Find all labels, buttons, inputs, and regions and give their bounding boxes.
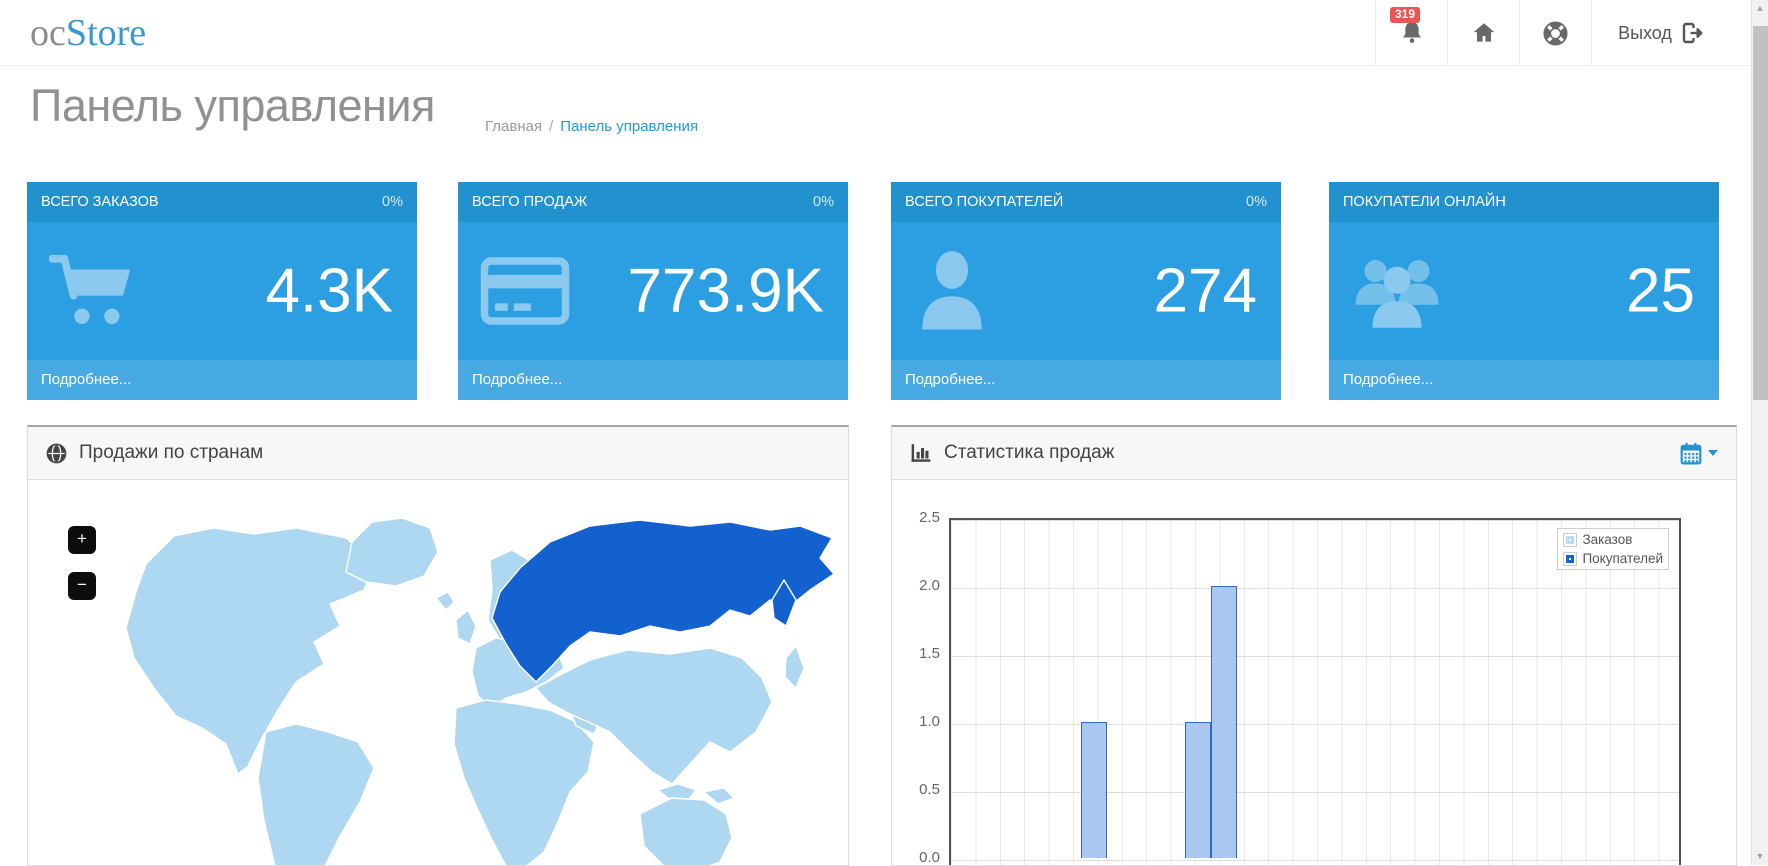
country-iceland bbox=[435, 591, 455, 611]
chart-plot-area: Заказов Покупателей bbox=[949, 518, 1681, 865]
region-africa bbox=[453, 699, 595, 865]
breadcrumb: Главная / Панель управления bbox=[485, 118, 698, 135]
legend-swatch bbox=[1563, 532, 1578, 547]
map-zoom-out-button[interactable]: − bbox=[68, 572, 96, 600]
support-button[interactable] bbox=[1519, 0, 1591, 66]
logout-label: Выход bbox=[1618, 22, 1672, 43]
tile-percent: 0% bbox=[813, 194, 834, 210]
notifications-count-badge: 319 bbox=[1390, 7, 1421, 23]
y-tick-label: 1.5 bbox=[919, 645, 940, 662]
tile-value: 4.3K bbox=[265, 256, 393, 326]
vertical-scrollbar[interactable]: ▲ ▼ bbox=[1751, 0, 1768, 865]
tile-total-sales: ВСЕГО ПРОДАЖ 0% 773.9K Подробнее... bbox=[458, 182, 848, 400]
chevron-down-icon bbox=[1708, 450, 1718, 456]
panel-header: Статистика продаж bbox=[892, 427, 1736, 480]
scroll-up-arrow[interactable]: ▲ bbox=[1752, 0, 1768, 17]
chart-legend: Заказов Покупателей bbox=[1557, 528, 1669, 570]
chart-bar bbox=[1081, 722, 1107, 858]
world-map[interactable]: + − bbox=[28, 480, 848, 865]
page-title: Панель управления bbox=[30, 80, 435, 131]
country-japan bbox=[784, 645, 805, 689]
breadcrumb-home[interactable]: Главная bbox=[485, 118, 542, 135]
y-tick-label: 0.5 bbox=[919, 781, 940, 798]
bar-chart-icon bbox=[911, 444, 931, 462]
y-tick-label: 2.5 bbox=[919, 509, 940, 526]
chart-range-button[interactable] bbox=[1680, 442, 1718, 465]
tile-body: 25 bbox=[1329, 222, 1719, 360]
breadcrumb-current-link[interactable]: Панель управления bbox=[560, 118, 698, 135]
tile-customers-online: ПОКУПАТЕЛИ ОНЛАЙН 25 Подробнее... bbox=[1329, 182, 1719, 400]
tile-more-link[interactable]: Подробнее... bbox=[458, 360, 848, 400]
legend-swatch bbox=[1563, 551, 1578, 566]
tile-header: ПОКУПАТЕЛИ ОНЛАЙН bbox=[1329, 182, 1719, 222]
tile-value: 25 bbox=[1626, 256, 1695, 326]
sales-by-country-panel: Продажи по странам + − bbox=[27, 425, 849, 866]
tile-percent: 0% bbox=[1246, 194, 1267, 210]
top-nav: 319 Выход bbox=[1375, 0, 1731, 66]
y-tick-label: 2.0 bbox=[919, 577, 940, 594]
tile-total-orders: ВСЕГО ЗАКАЗОВ 0% 4.3K Подробнее... bbox=[27, 182, 417, 400]
tile-more-link[interactable]: Подробнее... bbox=[891, 360, 1281, 400]
tile-percent: 0% bbox=[382, 194, 403, 210]
tile-label: ВСЕГО ПОКУПАТЕЛЕЙ bbox=[905, 194, 1064, 210]
home-icon bbox=[1473, 23, 1494, 42]
top-bar: ocStore 319 Выход bbox=[0, 0, 1751, 66]
legend-label: Заказов bbox=[1582, 532, 1633, 547]
tile-more-link[interactable]: Подробнее... bbox=[1329, 360, 1719, 400]
panel-title: Статистика продаж bbox=[944, 442, 1115, 463]
tile-label: ВСЕГО ПРОДАЖ bbox=[472, 194, 588, 210]
globe-icon bbox=[46, 443, 67, 463]
scroll-down-arrow[interactable]: ▼ bbox=[1752, 848, 1768, 865]
map-zoom-in-button[interactable]: + bbox=[68, 526, 96, 554]
panel-header: Продажи по странам bbox=[28, 427, 848, 480]
panel-title: Продажи по странам bbox=[79, 442, 264, 463]
calendar-icon bbox=[1680, 442, 1702, 464]
chart-bar bbox=[1185, 722, 1211, 858]
user-icon bbox=[922, 251, 982, 330]
tile-header: ВСЕГО ПОКУПАТЕЛЕЙ 0% bbox=[891, 182, 1281, 222]
bell-icon bbox=[1402, 22, 1421, 43]
logout-button[interactable]: Выход bbox=[1591, 0, 1731, 66]
country-australia bbox=[639, 797, 733, 865]
y-tick-label: 1.0 bbox=[919, 713, 940, 730]
chart-bar bbox=[1211, 586, 1237, 858]
chart-body: 2.5 2.0 1.5 1.0 0.5 0.0 Заказов Покупателей bbox=[892, 480, 1736, 865]
tile-total-customers: ВСЕГО ПОКУПАТЕЛЕЙ 0% 274 Подробнее... bbox=[891, 182, 1281, 400]
shopping-cart-icon bbox=[49, 254, 131, 324]
y-tick-label: 0.0 bbox=[919, 849, 940, 865]
life-ring-icon bbox=[1543, 20, 1568, 46]
tile-body: 4.3K bbox=[27, 222, 417, 360]
tile-label: ВСЕГО ЗАКАЗОВ bbox=[41, 194, 159, 210]
region-indonesia bbox=[657, 783, 697, 801]
country-greenland bbox=[345, 517, 439, 587]
country-uk bbox=[455, 609, 477, 645]
tile-body: 274 bbox=[891, 222, 1281, 360]
breadcrumb-separator: / bbox=[549, 118, 554, 135]
tile-more-link[interactable]: Подробнее... bbox=[27, 360, 417, 400]
users-icon bbox=[1355, 260, 1439, 328]
legend-label: Покупателей bbox=[1582, 551, 1663, 566]
tile-label: ПОКУПАТЕЛИ ОНЛАЙН bbox=[1343, 194, 1506, 210]
logo-prefix: oc bbox=[30, 12, 66, 54]
legend-entry: Заказов bbox=[1563, 532, 1663, 547]
logo-suffix: Store bbox=[65, 12, 147, 54]
home-button[interactable] bbox=[1447, 0, 1519, 66]
legend-entry: Покупателей bbox=[1563, 551, 1663, 566]
tile-value: 773.9K bbox=[627, 256, 824, 326]
tile-body: 773.9K bbox=[458, 222, 848, 360]
tile-value: 274 bbox=[1153, 256, 1257, 326]
tile-header: ВСЕГО ЗАКАЗОВ 0% bbox=[27, 182, 417, 222]
scrollbar-thumb[interactable] bbox=[1753, 26, 1768, 400]
notifications-button[interactable]: 319 bbox=[1375, 0, 1447, 66]
country-south-america bbox=[257, 723, 375, 865]
credit-card-icon bbox=[480, 257, 570, 325]
logout-icon bbox=[1682, 22, 1703, 44]
region-indonesia-east bbox=[703, 787, 735, 805]
world-map-svg bbox=[125, 517, 835, 865]
sales-statistics-panel: Статистика продаж 2.5 2.0 1.5 1.0 0.5 0.0 Зак… bbox=[891, 425, 1737, 866]
tile-header: ВСЕГО ПРОДАЖ 0% bbox=[458, 182, 848, 222]
app-logo[interactable]: ocStore bbox=[30, 0, 146, 66]
